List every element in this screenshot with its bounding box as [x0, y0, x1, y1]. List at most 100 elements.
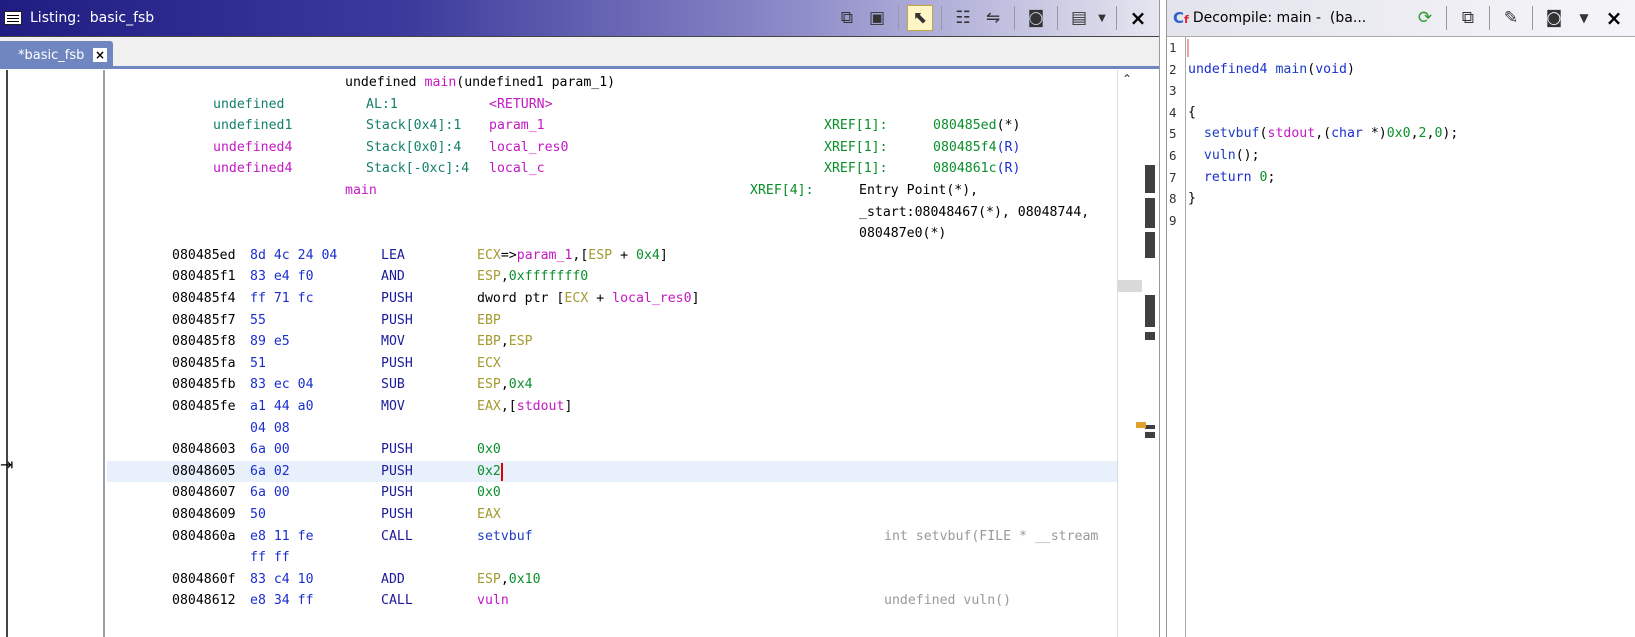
instruction-mnemonic[interactable]: PUSH — [381, 310, 413, 332]
copy-icon[interactable]: ⧉ — [834, 5, 860, 31]
listing-margin[interactable]: ⇥ — [0, 70, 107, 637]
function-label[interactable]: main — [345, 180, 377, 202]
xref-entry[interactable]: 080487e0(*) — [859, 223, 946, 245]
function-signature-row[interactable]: undefined main (undefined1 param_1) — [107, 72, 1117, 94]
copy-icon[interactable]: ⧉ — [1455, 5, 1481, 31]
code-token-fn[interactable]: main — [1275, 59, 1307, 81]
field-layout-icon[interactable]: ☷ — [950, 5, 976, 31]
instruction-address[interactable]: 080485ed — [172, 245, 236, 267]
tab-close-icon[interactable]: × — [93, 48, 107, 62]
instruction-mnemonic[interactable]: PUSH — [381, 439, 413, 461]
refresh-icon[interactable]: ⟳ — [1412, 5, 1438, 31]
operand-reg[interactable]: ESP — [509, 331, 533, 353]
operand-reg[interactable]: ESP — [477, 374, 501, 396]
xref-address[interactable]: 080485ed — [933, 115, 997, 137]
instruction-address[interactable]: 080485fe — [172, 396, 236, 418]
param-name[interactable]: <RETURN> — [489, 94, 553, 116]
instruction-row[interactable]: 080485fa 51 PUSH ECX — [107, 353, 1117, 375]
code-token-var[interactable]: stdout — [1268, 123, 1316, 145]
operand-var[interactable]: stdout — [517, 396, 565, 418]
instruction-mnemonic[interactable]: SUB — [381, 374, 405, 396]
operand-var[interactable]: local_res0 — [612, 288, 691, 310]
operand-var[interactable]: vuln — [477, 590, 509, 612]
instruction-mnemonic[interactable]: PUSH — [381, 461, 413, 483]
param-name[interactable]: local_res0 — [489, 137, 568, 159]
operand-num[interactable]: 0x10 — [509, 569, 541, 591]
parameter-row[interactable]: undefined AL:1 <RETURN> — [107, 94, 1117, 116]
decompile-code-view[interactable]: 1 2 undefined4 main(void) 3 4{5 setvbuf(stdo… — [1167, 37, 1635, 237]
instruction-address[interactable]: 08048612 — [172, 590, 236, 612]
instruction-row[interactable]: 080485f4 ff 71 fc PUSH dword ptr [ECX + loc… — [107, 288, 1117, 310]
instruction-address[interactable]: 080485f4 — [172, 288, 236, 310]
flow-arrows-icon[interactable]: ⇋ — [980, 5, 1006, 31]
instruction-mnemonic[interactable]: CALL — [381, 590, 413, 612]
xref-entry[interactable]: _start:08048467(*), 08048744, — [859, 202, 1089, 224]
xref-entry[interactable]: Entry Point(*), — [859, 180, 978, 202]
paste-icon[interactable]: ▣ — [864, 5, 890, 31]
instruction-row[interactable]: 080485fb 83 ec 04 SUB ESP, 0x4 — [107, 374, 1117, 396]
instruction-address[interactable]: 08048607 — [172, 482, 236, 504]
instruction-row[interactable]: 080485fe a1 44 a0 MOV EAX ,[stdout] — [107, 396, 1117, 418]
instruction-row[interactable]: 0804860a e8 11 fe CALL setvbuf int setvbuf(F… — [107, 526, 1117, 548]
instruction-address[interactable]: 080485f8 — [172, 331, 236, 353]
instruction-row[interactable]: 08048603 6a 00 PUSH 0x0 — [107, 439, 1117, 461]
param-name[interactable]: param_1 — [489, 115, 545, 137]
instruction-row[interactable]: 080485f8 89 e5 MOV EBP, ESP — [107, 331, 1117, 353]
instruction-row[interactable]: 08048612 e8 34 ff CALL vuln undefined vuln() — [107, 590, 1117, 612]
xref-continuation-row[interactable]: _start:08048467(*), 08048744, — [107, 202, 1117, 224]
cursor-select-icon[interactable]: ⬉ — [907, 5, 933, 31]
xref-address[interactable]: 0804861c — [933, 158, 997, 180]
instruction-address[interactable]: 0804860a — [172, 526, 236, 548]
listing-scrollbar[interactable]: ⌃ — [1117, 70, 1157, 637]
options-menu-icon[interactable]: ▤ — [1066, 5, 1092, 31]
operand-func[interactable]: setvbuf — [477, 526, 533, 548]
chevron-up-icon[interactable]: ⌃ — [1122, 72, 1132, 86]
code-token-fn[interactable]: vuln — [1204, 145, 1236, 167]
snapshot-camera-icon[interactable]: ◙ — [1023, 5, 1049, 31]
xref-address[interactable]: 080485f4 — [933, 137, 997, 159]
operand-num[interactable]: 0x4 — [636, 245, 660, 267]
listing-code-view[interactable]: undefined main (undefined1 param_1) undefi… — [107, 70, 1117, 637]
function-name[interactable]: main — [425, 72, 457, 94]
function-label-row[interactable]: main XREF[4]: Entry Point(*), — [107, 180, 1117, 202]
instruction-address[interactable]: 080485fa — [172, 353, 236, 375]
operand-reg[interactable]: EBP — [477, 331, 501, 353]
operand-reg[interactable]: ECX — [477, 245, 501, 267]
operand-reg[interactable]: ECX — [477, 353, 501, 375]
instruction-row[interactable]: 080485f7 55 PUSH EBP — [107, 310, 1117, 332]
instruction-address[interactable]: 0804860f — [172, 569, 236, 591]
operand-reg[interactable]: EBP — [477, 310, 501, 332]
instruction-mnemonic[interactable]: MOV — [381, 331, 405, 353]
operand-reg[interactable]: ESP — [477, 569, 501, 591]
instruction-row[interactable]: 0804860f 83 c4 10 ADD ESP, 0x10 — [107, 569, 1117, 591]
operand-reg[interactable]: ECX — [564, 288, 588, 310]
instruction-row[interactable]: 080485f1 83 e4 f0 AND ESP, 0xfffffff0 — [107, 266, 1117, 288]
chevron-down-icon[interactable]: ▼ — [1096, 5, 1108, 31]
instruction-mnemonic[interactable]: PUSH — [381, 504, 413, 526]
operand-reg[interactable]: EAX — [477, 504, 501, 526]
instruction-address[interactable]: 08048609 — [172, 504, 236, 526]
instruction-mnemonic[interactable]: PUSH — [381, 353, 413, 375]
param-name[interactable]: local_c — [489, 158, 545, 180]
instruction-mnemonic[interactable]: MOV — [381, 396, 405, 418]
instruction-address[interactable]: 08048605 — [172, 461, 236, 483]
parameter-row[interactable]: undefined4 Stack[-0xc]:4 local_c XREF[1]: 08… — [107, 158, 1117, 180]
instruction-row[interactable]: 080485ed 8d 4c 24 04 LEA ECX => param_1 ,[ESP … — [107, 245, 1117, 267]
code-token-fn[interactable]: setvbuf — [1204, 123, 1260, 145]
instruction-row[interactable]: 08048605 6a 02 PUSH 0x2 — [107, 460, 1117, 483]
instruction-address[interactable]: 080485f7 — [172, 310, 236, 332]
instruction-row[interactable]: 08048607 6a 00 PUSH 0x0 — [107, 482, 1117, 504]
instruction-mnemonic[interactable]: LEA — [381, 245, 405, 267]
operand-num[interactable]: 0xfffffff0 — [509, 266, 588, 288]
xref-continuation-row[interactable]: 080487e0(*) — [107, 223, 1117, 245]
close-decompile-button[interactable]: × — [1601, 5, 1627, 31]
instruction-address[interactable]: 080485fb — [172, 374, 236, 396]
parameter-row[interactable]: undefined4 Stack[0x0]:4 local_res0 XREF[1]:… — [107, 137, 1117, 159]
instruction-bytes-continuation[interactable]: 04 08 — [107, 418, 1117, 440]
instruction-address[interactable]: 08048603 — [172, 439, 236, 461]
instruction-mnemonic[interactable]: PUSH — [381, 482, 413, 504]
instruction-mnemonic[interactable]: ADD — [381, 569, 405, 591]
chevron-down-icon[interactable]: ▼ — [1571, 5, 1597, 31]
instruction-row[interactable]: 08048609 50 PUSH EAX — [107, 504, 1117, 526]
instruction-bytes-continuation[interactable]: ff ff — [107, 547, 1117, 569]
